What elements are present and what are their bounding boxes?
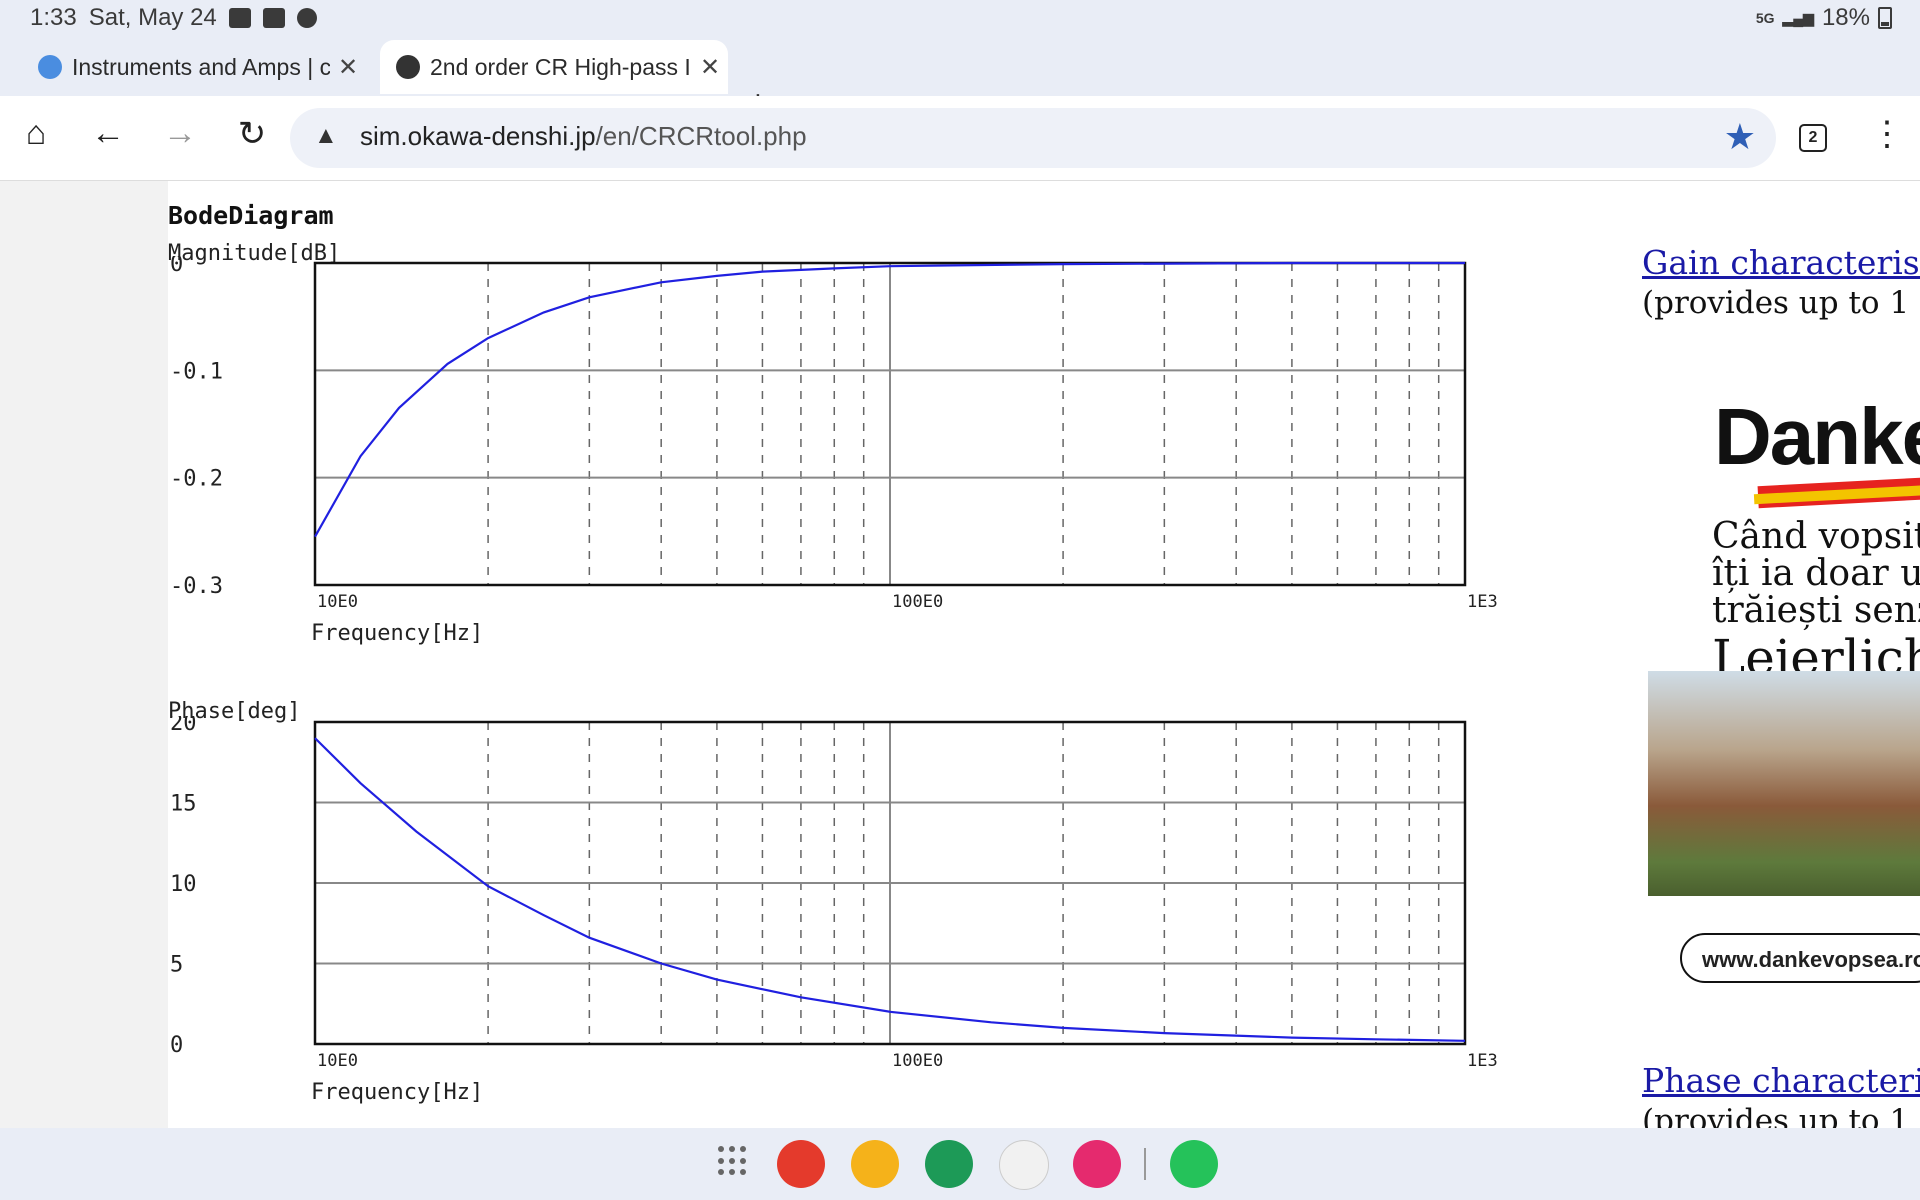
multi-app-icon[interactable] — [999, 1140, 1049, 1190]
clock: 1:33 — [30, 4, 77, 31]
globe-icon — [396, 55, 420, 79]
y-tick-label: 5 — [170, 953, 183, 978]
taskbar — [0, 1128, 1920, 1200]
x-axis-label: Frequency[Hz] — [311, 621, 483, 646]
y-tick-label: 15 — [170, 792, 197, 817]
battery-level: 18% — [1821, 4, 1870, 31]
files-app-icon[interactable] — [851, 1140, 899, 1188]
bode-diagram-title: BodeDiagram — [168, 201, 334, 230]
advertisement[interactable]: Danke Când vopsitu îți ia doar un p trăi… — [1648, 361, 1920, 896]
bookmark-star-icon[interactable]: ★ — [1724, 116, 1756, 158]
tab-strip: Instruments and Amps | c ✕ 2nd order CR … — [0, 38, 1920, 122]
notes-app-icon[interactable] — [777, 1140, 825, 1188]
battery-icon — [1878, 7, 1892, 29]
menu-icon[interactable]: ⋮ — [1870, 114, 1904, 154]
url-text[interactable]: sim.okawa-denshi.jp/en/CRCRtool.php — [360, 121, 807, 152]
magnitude-chart: 0 -0.1 -0.2 -0.3 10E0 100E0 1E3 Frequency[Hz] — [170, 256, 1498, 646]
y-tick-label: -0.3 — [170, 574, 223, 599]
status-bar: 1:33 Sat, May 24 5G ▂▄▆ 18% — [0, 0, 1920, 38]
signal-icon: ▂▄▆ — [1782, 9, 1814, 26]
x-tick-label: 100E0 — [892, 1051, 943, 1071]
network-icon: 5G — [1755, 10, 1775, 26]
x-axis-label: Frequency[Hz] — [311, 1080, 483, 1105]
tab-instruments-and-amps[interactable]: Instruments and Amps | c ✕ — [38, 40, 368, 94]
taskbar-divider — [1144, 1148, 1146, 1180]
y-tick-label: 0 — [170, 1033, 183, 1058]
close-tab-icon[interactable]: ✕ — [338, 53, 358, 82]
x-tick-label: 1E3 — [1467, 1051, 1498, 1071]
settings-icon — [296, 8, 317, 28]
y-tick-label: -0.2 — [170, 467, 223, 492]
tab-label: 2nd order CR High-pass I — [430, 53, 691, 80]
not-secure-warning-icon[interactable]: ▲ — [314, 122, 338, 150]
ad-photo — [1648, 671, 1920, 896]
y-tick-label: 10 — [170, 872, 197, 897]
tab-cr-highpass[interactable]: 2nd order CR High-pass I ✕ — [380, 40, 728, 94]
forward-icon[interactable]: → — [158, 114, 202, 153]
phase-chart: 20 15 10 5 0 10E0 100E0 1E3 Frequency[Hz] — [170, 716, 1498, 1105]
y-tick-label: 20 — [170, 716, 197, 736]
ad-brand: Danke — [1714, 392, 1920, 481]
wave-icon — [38, 55, 62, 79]
left-margin — [0, 181, 168, 1128]
ad-text-line: Când vopsitu — [1712, 516, 1920, 557]
x-tick-label: 1E3 — [1467, 592, 1498, 612]
ad-text-line: îți ia doar un p — [1712, 553, 1920, 594]
gain-note: (provides up to 1 — [1642, 285, 1910, 321]
gain-characteristics-link[interactable]: Gain characteristics — [1642, 243, 1920, 282]
app-drawer-icon[interactable] — [718, 1146, 748, 1176]
x-tick-label: 10E0 — [317, 1051, 358, 1071]
tab-switcher-button[interactable]: 2 — [1799, 124, 1827, 152]
x-tick-label: 100E0 — [892, 592, 943, 612]
camera-app-icon[interactable] — [1073, 1140, 1121, 1188]
ad-url-button[interactable]: www.dankevopsea.ro — [1680, 933, 1920, 983]
phase-characteristics-link[interactable]: Phase characteristics — [1642, 1061, 1920, 1100]
x-tick-label: 10E0 — [317, 592, 358, 612]
phone-app-icon[interactable] — [925, 1140, 973, 1188]
home-icon[interactable]: ⌂ — [14, 114, 58, 153]
gallery-icon — [228, 8, 251, 28]
back-icon[interactable]: ← — [86, 114, 130, 153]
youtube-icon — [262, 8, 285, 28]
address-bar[interactable]: ▲ sim.okawa-denshi.jp/en/CRCRtool.php ★ — [290, 108, 1776, 168]
date: Sat, May 24 — [88, 4, 217, 31]
page-content: BodeDiagram Magnitude[dB] 0 -0.1 -0.2 -0.3 1… — [0, 181, 1920, 1139]
reload-icon[interactable]: ↻ — [230, 114, 274, 154]
y-tick-label: -0.1 — [170, 359, 223, 384]
close-tab-icon[interactable]: ✕ — [700, 53, 720, 82]
browser-toolbar: ⌂ ← → ↻ ▲ sim.okawa-denshi.jp/en/CRCRtoo… — [0, 96, 1920, 181]
y-tick-label: 0 — [170, 256, 183, 277]
tab-label: Instruments and Amps | c — [72, 53, 330, 80]
ad-text-line: trăiești senzat — [1712, 590, 1920, 631]
whatsapp-icon[interactable] — [1170, 1140, 1218, 1188]
